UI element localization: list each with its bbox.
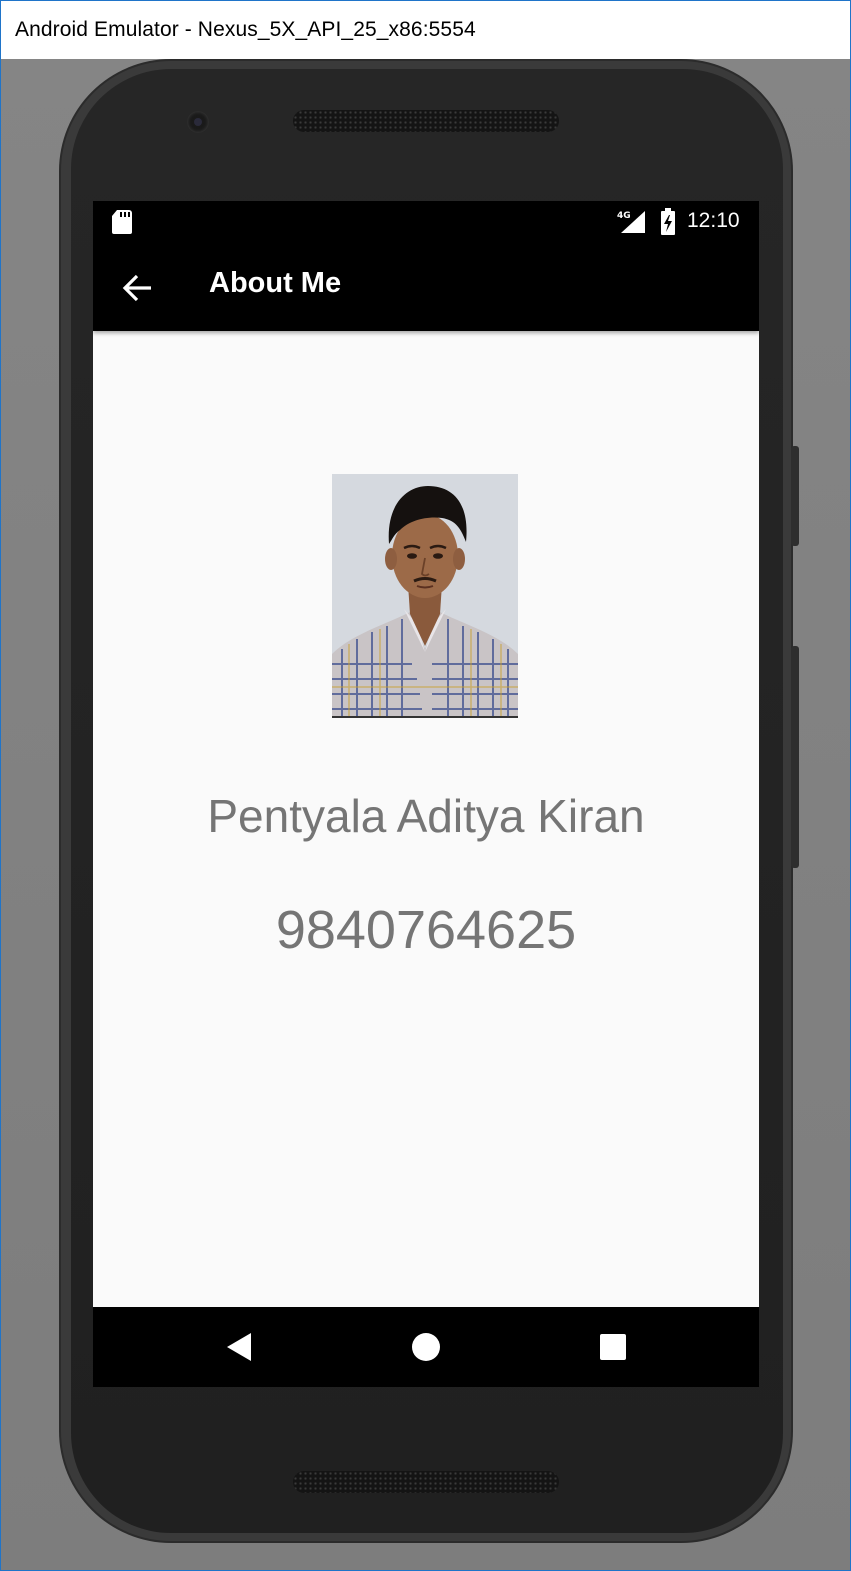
window-titlebar: Android Emulator - Nexus_5X_API_25_x86:5… <box>1 1 850 59</box>
device-screen: 4G 12:10 About Me Pentyala Aditya Kiran … <box>93 201 759 1387</box>
back-arrow-icon[interactable] <box>121 271 155 305</box>
network-4g-icon: 4G <box>617 211 645 233</box>
nav-recents-icon[interactable] <box>595 1329 631 1365</box>
volume-button[interactable] <box>791 646 799 868</box>
profile-photo <box>332 474 518 718</box>
network-type-label: 4G <box>617 211 631 221</box>
page-title: About Me <box>209 267 342 299</box>
nav-home-icon[interactable] <box>408 1329 444 1365</box>
sd-card-icon <box>112 210 132 234</box>
app-toolbar: About Me <box>93 243 759 331</box>
navigation-bar <box>93 1307 759 1387</box>
battery-charging-icon <box>661 208 675 235</box>
profile-phone-number: 9840764625 <box>275 900 577 960</box>
bottom-speaker <box>293 1471 559 1493</box>
power-button[interactable] <box>791 446 799 546</box>
top-speaker <box>293 110 559 132</box>
status-clock: 12:10 <box>687 209 740 232</box>
nav-back-icon[interactable] <box>221 1329 257 1365</box>
emulator-window: Android Emulator - Nexus_5X_API_25_x86:5… <box>0 0 851 1571</box>
front-camera <box>187 111 209 133</box>
status-bar: 4G 12:10 <box>93 201 759 243</box>
profile-name: Pentyala Aditya Kiran <box>207 790 645 842</box>
window-title: Android Emulator - Nexus_5X_API_25_x86:5… <box>15 18 476 41</box>
